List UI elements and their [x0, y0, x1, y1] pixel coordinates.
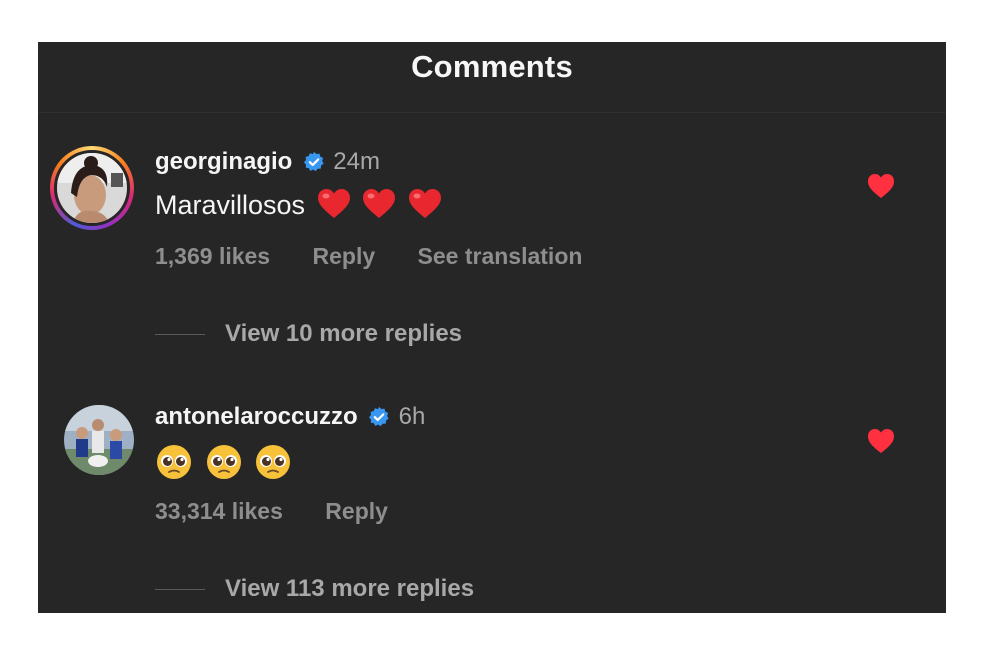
like-heart-icon[interactable] — [867, 428, 895, 454]
comment-text — [155, 443, 296, 481]
view-replies-label[interactable]: View 113 more replies — [225, 575, 474, 602]
avatar[interactable] — [64, 405, 134, 475]
username[interactable]: antonelaroccuzzo — [155, 403, 358, 430]
pleading-face-emoji-icon — [157, 445, 191, 479]
red-heart-emoji-icon — [408, 189, 441, 218]
comment-item: antonelaroccuzzo 6h 33,314 likes Reply — [38, 397, 946, 537]
avatar-container[interactable] — [50, 401, 134, 485]
avatar-photo — [57, 153, 127, 223]
comment-header: georginagio 24m — [155, 148, 380, 176]
avatar[interactable] — [54, 150, 130, 226]
comments-header: Comments — [38, 42, 946, 113]
comment-time: 24m — [333, 148, 380, 175]
red-heart-emoji-icon — [317, 189, 350, 218]
see-translation-button[interactable]: See translation — [418, 243, 583, 269]
story-ring[interactable] — [50, 146, 134, 230]
reply-button[interactable]: Reply — [313, 243, 376, 269]
pleading-face-emoji-icon — [256, 445, 291, 479]
comment-body: Maravillosos — [155, 190, 306, 220]
replies-divider — [155, 333, 205, 335]
comment-actions: 33,314 likes Reply — [155, 498, 424, 525]
likes-count[interactable]: 33,314 likes — [155, 498, 283, 524]
verified-badge-icon — [369, 406, 389, 427]
replies-divider — [155, 588, 205, 590]
red-heart-emoji-icon — [363, 189, 396, 218]
comment-time: 6h — [398, 403, 426, 430]
comment-text: Maravillosos — [155, 188, 442, 221]
username[interactable]: georginagio — [155, 148, 292, 175]
view-replies-button[interactable]: View 10 more replies — [155, 320, 462, 350]
like-heart-icon[interactable] — [867, 173, 895, 199]
page-title: Comments — [411, 49, 573, 84]
reply-button[interactable]: Reply — [325, 498, 388, 524]
comment-item: georginagio 24m Maravillosos 1,369 likes… — [38, 142, 946, 282]
comment-header: antonelaroccuzzo 6h — [155, 403, 425, 431]
comment-actions: 1,369 likes Reply See translation — [155, 243, 618, 270]
verified-badge-icon — [303, 151, 324, 172]
avatar-photo — [64, 405, 134, 475]
view-replies-label[interactable]: View 10 more replies — [225, 320, 462, 347]
view-replies-button[interactable]: View 113 more replies — [155, 575, 474, 605]
likes-count[interactable]: 1,369 likes — [155, 243, 270, 269]
comments-panel: Comments georginagio 24m Maravillosos 1,… — [38, 42, 946, 613]
pleading-face-emoji-icon — [206, 445, 241, 479]
